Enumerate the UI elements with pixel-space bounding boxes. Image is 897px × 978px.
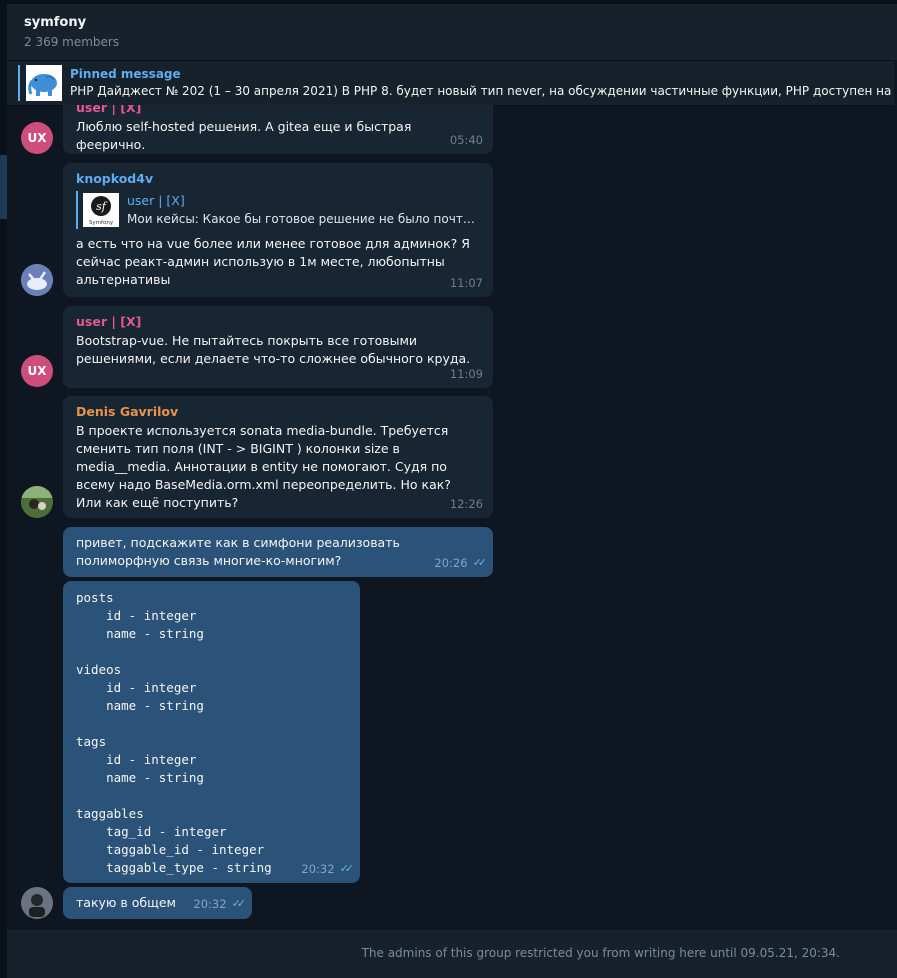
time-label: 11:07 <box>449 276 483 290</box>
symfony-logo-icon: sf Symfony <box>83 193 119 227</box>
message-text: привет, подскажите как в симфони реализо… <box>76 535 400 568</box>
time-label: 20:32 <box>193 897 227 911</box>
php-elephant-icon <box>26 65 62 101</box>
reply-preview[interactable]: sf Symfony user | [X] Мои кейсы: Какое б… <box>76 191 480 229</box>
pinned-accent-bar <box>18 65 20 101</box>
chat-title[interactable]: symfony <box>24 15 86 30</box>
own-avatar[interactable] <box>21 887 53 919</box>
left-edge-strip <box>0 0 7 978</box>
user-avatar[interactable]: UX <box>21 355 53 387</box>
message-bubble-outgoing[interactable]: posts id - integer name - string videos … <box>63 581 360 883</box>
message-time: 11:09 <box>450 365 483 383</box>
time-label: 11:09 <box>449 367 483 381</box>
time-label: 20:26 <box>434 556 468 570</box>
pinned-text: PHP Дайджест № 202 (1 – 30 апреля 2021) … <box>70 84 897 98</box>
user-avatar[interactable] <box>21 264 53 296</box>
message-time: 12:26 <box>450 495 483 513</box>
pinned-title: Pinned message <box>70 67 181 81</box>
time-label: 05:40 <box>449 133 483 147</box>
sender-name[interactable]: user | [X] <box>76 313 480 331</box>
pinned-message-bar[interactable]: Pinned message PHP Дайджест № 202 (1 – 3… <box>7 60 897 106</box>
reply-accent-bar <box>76 191 78 229</box>
composer-restricted-bar: The admins of this group restricted you … <box>7 930 897 978</box>
message-bubble[interactable]: user | [X] Люблю self-hosted решения. А … <box>63 105 493 154</box>
sender-name[interactable]: user | [X] <box>76 105 480 117</box>
message-time: 05:40 <box>450 131 483 149</box>
message-text: В проекте используется sonata media-bund… <box>76 423 451 510</box>
message-bubble[interactable]: knopkod4v sf Symfony user | [X] Мои кейс… <box>63 163 493 297</box>
message-text: Люблю self-hosted решения. А gitea еще и… <box>76 119 412 152</box>
message-bubble-outgoing[interactable]: такую в общем 20:32 ✓✓ <box>63 887 252 919</box>
message-text: Bootstrap-vue. Не пытайтесь покрыть все … <box>76 333 471 366</box>
avatar-image-icon <box>21 887 53 919</box>
sender-name[interactable]: knopkod4v <box>76 170 480 188</box>
sender-name[interactable]: Denis Gavrilov <box>76 403 480 421</box>
time-label: 12:26 <box>449 497 483 511</box>
chat-header[interactable]: symfony 2 369 members <box>7 0 897 60</box>
message-bubble[interactable]: Denis Gavrilov В проекте используется so… <box>63 396 493 518</box>
message-bubble[interactable]: user | [X] Bootstrap-vue. Не пытайтесь п… <box>63 306 493 388</box>
double-check-icon: ✓✓ <box>231 897 247 910</box>
message-bubble-outgoing[interactable]: привет, подскажите как в симфони реализо… <box>63 527 493 577</box>
avatar-initials: UX <box>27 131 47 145</box>
reply-author: user | [X] <box>127 193 185 208</box>
time-label: 20:32 <box>301 862 335 876</box>
member-count[interactable]: 2 369 members <box>24 35 119 49</box>
double-check-icon: ✓✓ <box>339 862 355 875</box>
restriction-notice: The admins of this group restricted you … <box>361 946 840 960</box>
message-time: 20:32 ✓✓ <box>301 860 355 878</box>
double-check-icon: ✓✓ <box>472 556 488 569</box>
message-time: 20:32 ✓✓ <box>193 895 247 913</box>
message-list[interactable]: UX user | [X] Люблю self-hosted решения.… <box>7 105 897 930</box>
user-avatar[interactable]: UX <box>21 122 53 154</box>
message-time: 20:26 ✓✓ <box>434 554 488 572</box>
active-chat-indicator <box>0 155 7 219</box>
user-avatar[interactable] <box>21 486 53 518</box>
avatar-initials: UX <box>27 364 47 378</box>
message-text: а есть что на vue более или менее готово… <box>76 236 470 287</box>
telegram-window: symfony 2 369 members Pinned message PHP… <box>0 0 897 978</box>
avatar-image-icon <box>21 264 53 296</box>
message-time: 11:07 <box>450 274 483 292</box>
reply-text: Мои кейсы: Какое бы готовое решение не б… <box>127 212 475 226</box>
symfony-logo-text: Symfony <box>89 220 114 226</box>
avatar-image-icon <box>21 486 53 518</box>
code-block: posts id - integer name - string videos … <box>76 590 272 875</box>
